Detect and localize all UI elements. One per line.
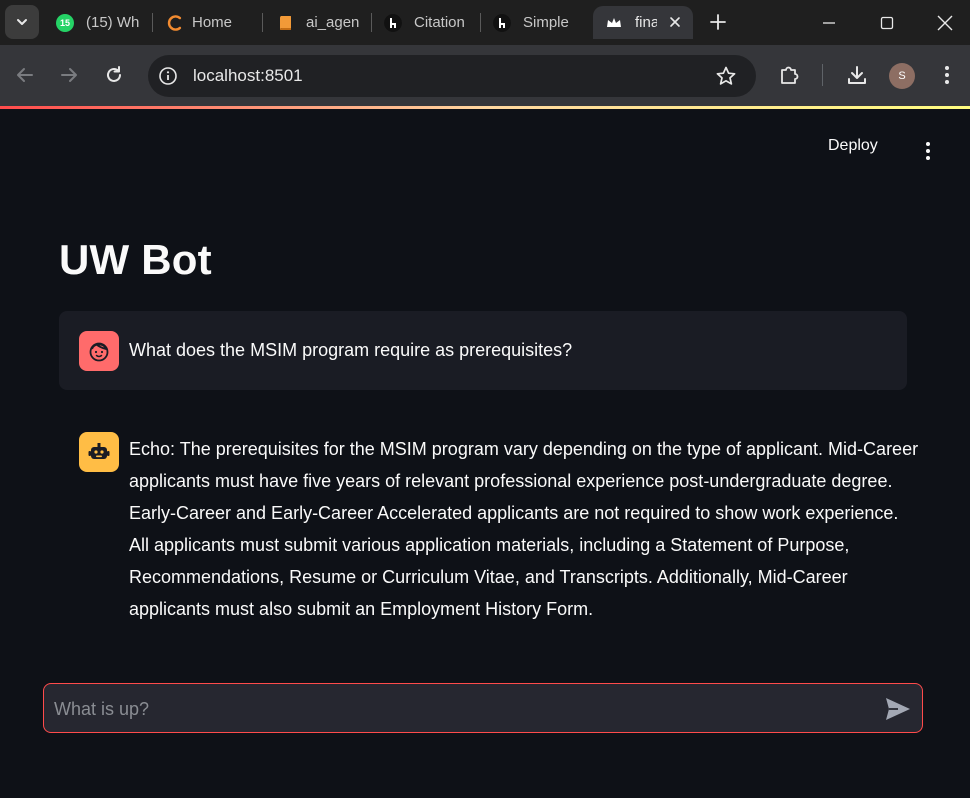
close-icon [937, 15, 953, 30]
tab-label: ai_agen [306, 14, 360, 31]
streamlit-crown-icon [607, 17, 621, 27]
book-icon [279, 15, 291, 30]
app-menu-icon[interactable] [916, 139, 940, 163]
tab-search-button[interactable] [5, 5, 39, 39]
close-tab-icon[interactable] [667, 14, 683, 30]
bookmark-star-icon[interactable] [715, 65, 737, 87]
streamlit-app: Deploy UW Bot What does the MSIM program… [0, 109, 970, 798]
chat-message-assistant: Echo: The prerequisites for the MSIM pro… [129, 439, 919, 619]
message-text: What does the MSIM program require as pr… [129, 340, 573, 360]
address-bar[interactable]: localhost:8501 [148, 55, 756, 97]
tab-separator [152, 13, 153, 32]
forward-button[interactable] [56, 62, 82, 88]
llama-icon [493, 13, 511, 32]
send-icon[interactable] [884, 696, 912, 722]
chat-input-container [43, 683, 923, 733]
browser-tab-whatsapp[interactable]: 15 (15) Wh [44, 6, 152, 39]
tab-label: Simple [523, 14, 569, 31]
chat-message-user: What does the MSIM program require as pr… [59, 311, 907, 390]
puzzle-icon [781, 66, 799, 84]
download-icon [848, 66, 866, 84]
browser-menu-button[interactable] [934, 62, 960, 88]
extensions-button[interactable] [776, 62, 802, 88]
arrow-right-icon [61, 68, 77, 82]
maximize-button[interactable] [858, 0, 916, 45]
toolbar-divider [822, 64, 823, 86]
whatsapp-icon: 15 [56, 13, 74, 32]
browser-tab-ai-agent[interactable]: ai_agen [264, 6, 372, 39]
tab-separator [262, 13, 263, 32]
browser-tab-simple[interactable]: Simple [481, 6, 589, 39]
minimize-icon [823, 21, 835, 24]
robot-icon [79, 432, 119, 472]
arrow-left-icon [17, 68, 33, 82]
tab-label: fina [635, 14, 657, 31]
kebab-menu-icon [945, 66, 949, 84]
deploy-button[interactable]: Deploy [828, 137, 878, 155]
close-window-button[interactable] [916, 0, 970, 45]
tab-label: Citation [414, 14, 465, 31]
user-face-icon [79, 331, 119, 371]
tab-label: Home [192, 14, 233, 31]
new-tab-icon[interactable] [706, 10, 730, 34]
tab-label: (15) Wh [86, 14, 140, 31]
chevron-down-icon [17, 19, 27, 25]
reload-button[interactable] [101, 62, 127, 88]
site-info-icon[interactable] [158, 66, 178, 86]
url-text[interactable]: localhost:8501 [193, 66, 303, 86]
browser-tab-active[interactable]: fina [593, 6, 693, 39]
maximize-icon [880, 16, 894, 29]
browser-tab-home[interactable]: Home [154, 6, 262, 39]
profile-avatar[interactable]: S [889, 63, 915, 89]
home-icon [167, 14, 182, 31]
downloads-button[interactable] [844, 62, 870, 88]
chat-input[interactable] [54, 696, 854, 722]
browser-tab-citation[interactable]: Citation [372, 6, 480, 39]
page-title: UW Bot [59, 236, 212, 283]
browser-tab-strip: 15 (15) Wh Home ai_agen Citation Simple … [0, 0, 970, 45]
reload-icon [107, 66, 121, 82]
back-button[interactable] [12, 62, 38, 88]
browser-toolbar: localhost:8501 S [0, 45, 970, 106]
minimize-button[interactable] [800, 0, 858, 45]
llama-icon [384, 13, 402, 32]
